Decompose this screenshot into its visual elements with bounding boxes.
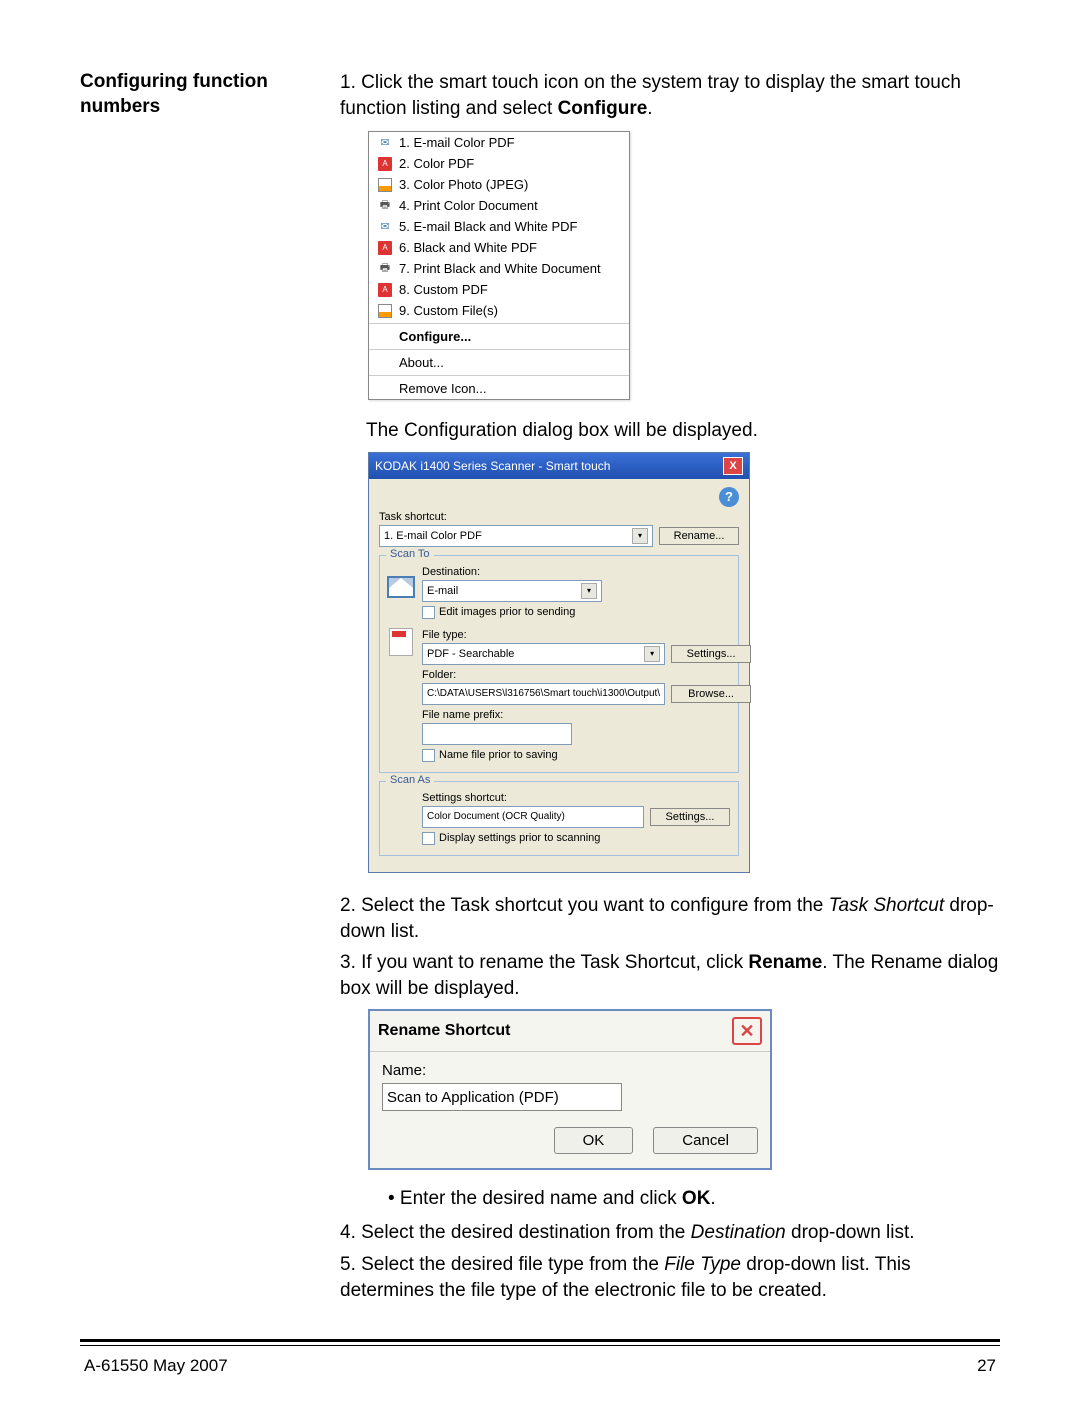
jpeg-icon — [377, 178, 393, 192]
checkbox-icon — [422, 832, 435, 845]
close-icon[interactable]: X — [723, 457, 743, 475]
menu-item-2[interactable]: A2. Color PDF — [369, 153, 629, 174]
document-page: Configuring function numbers 1. Click th… — [0, 0, 1080, 1416]
function-menu: ✉1. E-mail Color PDF A2. Color PDF 3. Co… — [368, 131, 630, 400]
menu-item-4[interactable]: 🖶4. Print Color Document — [369, 195, 629, 216]
step-2: 2. Select the Task shortcut you want to … — [340, 893, 1000, 944]
printer-icon: 🖶 — [377, 199, 393, 213]
destination-dropdown[interactable]: E-mail▾ — [422, 580, 602, 602]
edit-images-checkbox-row[interactable]: Edit images prior to sending — [422, 606, 751, 619]
menu-item-7[interactable]: 🖶7. Print Black and White Document — [369, 258, 629, 279]
menu-item-1[interactable]: ✉1. E-mail Color PDF — [369, 132, 629, 153]
name-file-checkbox-row[interactable]: Name file prior to saving — [422, 749, 751, 762]
ok-button[interactable]: OK — [554, 1127, 634, 1154]
task-shortcut-label: Task shortcut: — [379, 511, 739, 523]
destination-label: Destination: — [422, 566, 751, 578]
chevron-down-icon: ▾ — [632, 528, 648, 544]
step-4: 4. Select the desired destination from t… — [340, 1220, 1000, 1246]
help-icon[interactable]: ? — [719, 487, 739, 507]
display-settings-checkbox-row[interactable]: Display settings prior to scanning — [422, 832, 730, 845]
step-1: 1. Click the smart touch icon on the sys… — [340, 70, 1000, 121]
filetype-settings-button[interactable]: Settings... — [671, 645, 751, 663]
step-5: 5. Select the desired file type from the… — [340, 1252, 1000, 1303]
scan-to-legend: Scan To — [386, 548, 434, 560]
printer-icon: 🖶 — [377, 262, 393, 276]
rename-dialog-title: Rename Shortcut — [378, 1022, 510, 1040]
page-footer: A-61550 May 2007 27 — [80, 1356, 1000, 1376]
pdf-icon: A — [377, 283, 393, 297]
section-heading: Configuring function numbers — [80, 70, 310, 119]
dialog-titlebar: KODAK i1400 Series Scanner - Smart touch… — [369, 453, 749, 479]
scan-as-group: Scan As Settings shortcut: Color Documen… — [379, 781, 739, 856]
menu-remove-icon[interactable]: Remove Icon... — [369, 378, 629, 399]
step-3: 3. If you want to rename the Task Shortc… — [340, 950, 1000, 1001]
envelope-icon: ✉ — [377, 220, 393, 234]
cancel-button[interactable]: Cancel — [653, 1127, 758, 1154]
chevron-down-icon: ▾ — [581, 583, 597, 599]
menu-item-9[interactable]: 9. Custom File(s) — [369, 300, 629, 321]
filetype-pdf-icon — [389, 628, 413, 656]
rename-button[interactable]: Rename... — [659, 527, 739, 545]
menu-item-5[interactable]: ✉5. E-mail Black and White PDF — [369, 216, 629, 237]
rename-shortcut-dialog: Rename Shortcut ✕ Name: Scan to Applicat… — [368, 1009, 772, 1170]
footer-doc-id: A-61550 May 2007 — [84, 1356, 228, 1376]
configuration-dialog: KODAK i1400 Series Scanner - Smart touch… — [368, 452, 750, 873]
pdf-icon: A — [377, 157, 393, 171]
prefix-field[interactable] — [422, 723, 572, 745]
menu-item-8[interactable]: A8. Custom PDF — [369, 279, 629, 300]
scan-to-group: Scan To Destination: E-mail▾ — [379, 555, 739, 773]
menu-item-6[interactable]: A6. Black and White PDF — [369, 237, 629, 258]
menu-about[interactable]: About... — [369, 352, 629, 373]
rename-name-label: Name: — [382, 1062, 758, 1079]
filetype-label: File type: — [422, 629, 751, 641]
folder-label: Folder: — [422, 669, 751, 681]
dialog-title: KODAK i1400 Series Scanner - Smart touch — [375, 459, 610, 473]
envelope-icon: ✉ — [377, 136, 393, 150]
chevron-down-icon: ▾ — [644, 646, 660, 662]
step-1-bold: Configure — [558, 98, 648, 119]
menu-item-3[interactable]: 3. Color Photo (JPEG) — [369, 174, 629, 195]
config-dialog-intro: The Configuration dialog box will be dis… — [340, 418, 1000, 444]
settings-shortcut-label: Settings shortcut: — [422, 792, 730, 804]
footer-rule — [80, 1339, 1000, 1346]
close-icon[interactable]: ✕ — [732, 1017, 762, 1045]
folder-field[interactable]: C:\DATA\USERS\l316756\Smart touch\i1300\… — [422, 683, 665, 705]
settings-shortcut-field[interactable]: Color Document (OCR Quality) — [422, 806, 644, 828]
browse-button[interactable]: Browse... — [671, 685, 751, 703]
bullet-enter-name: • Enter the desired name and click OK. — [388, 1188, 1000, 1210]
rename-name-field[interactable]: Scan to Application (PDF) — [382, 1083, 622, 1111]
destination-envelope-icon — [387, 576, 415, 598]
scan-as-legend: Scan As — [386, 774, 434, 786]
pdf-icon: A — [377, 241, 393, 255]
menu-configure[interactable]: Configure... — [369, 326, 629, 347]
prefix-label: File name prefix: — [422, 709, 751, 721]
filetype-dropdown[interactable]: PDF - Searchable▾ — [422, 643, 665, 665]
scanas-settings-button[interactable]: Settings... — [650, 808, 730, 826]
jpeg-icon — [377, 304, 393, 318]
task-shortcut-dropdown[interactable]: 1. E-mail Color PDF▾ — [379, 525, 653, 547]
footer-page-number: 27 — [977, 1356, 996, 1376]
checkbox-icon — [422, 606, 435, 619]
checkbox-icon — [422, 749, 435, 762]
